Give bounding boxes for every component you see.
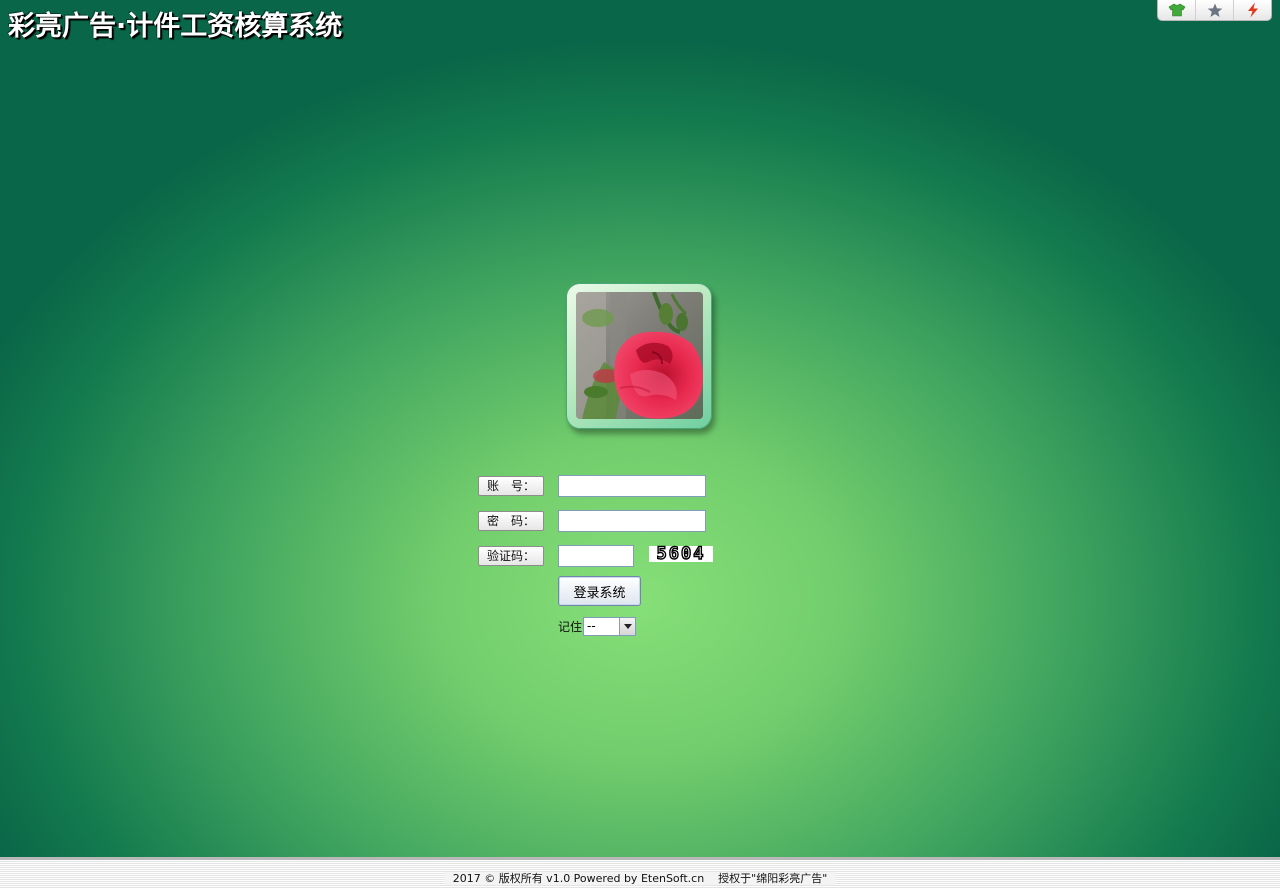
captcha-input[interactable] — [558, 545, 634, 567]
footer-text: 2017 © 版权所有 v1.0 Powered by EtenSoft.cn … — [0, 870, 1280, 886]
favorite-button[interactable] — [1196, 0, 1234, 20]
skin-button[interactable] — [1158, 0, 1196, 20]
dropdown-arrow-button[interactable] — [619, 618, 635, 635]
captcha-code: 5604 — [656, 543, 706, 564]
password-label: 密 码： — [478, 511, 544, 531]
app-title: 彩亮广告·计件工资核算系统 — [8, 11, 343, 42]
login-button[interactable]: 登录系统 — [558, 576, 641, 606]
login-form: 账 号： 密 码： 验证码： 5604 登录系统 记住 -- — [478, 475, 738, 645]
lightning-icon — [1247, 2, 1258, 18]
shirt-icon — [1168, 3, 1185, 17]
top-toolbar — [1157, 0, 1272, 21]
rose-avatar-image — [576, 292, 703, 419]
account-input[interactable] — [558, 475, 706, 497]
remember-selected-value: -- — [587, 619, 596, 633]
footer-copyright: 2017 © 版权所有 v1.0 Powered by EtenSoft.cn — [452, 872, 705, 885]
footer: 2017 © 版权所有 v1.0 Powered by EtenSoft.cn … — [0, 857, 1280, 888]
captcha-label: 验证码： — [478, 546, 544, 566]
account-label: 账 号： — [478, 476, 544, 496]
password-input[interactable] — [558, 510, 706, 532]
user-avatar-frame — [566, 283, 712, 429]
chevron-down-icon — [623, 624, 632, 629]
captcha-image[interactable]: 5604 — [649, 543, 713, 565]
footer-license: 授权于"绵阳彩亮广告" — [718, 872, 828, 885]
remember-label: 记住 — [558, 620, 583, 634]
remember-select[interactable]: -- — [583, 617, 636, 636]
login-page: { "header": { "title": "彩亮广告·计件工资核算系统", … — [0, 0, 1280, 888]
quick-button[interactable] — [1234, 0, 1271, 20]
star-icon — [1207, 3, 1222, 17]
